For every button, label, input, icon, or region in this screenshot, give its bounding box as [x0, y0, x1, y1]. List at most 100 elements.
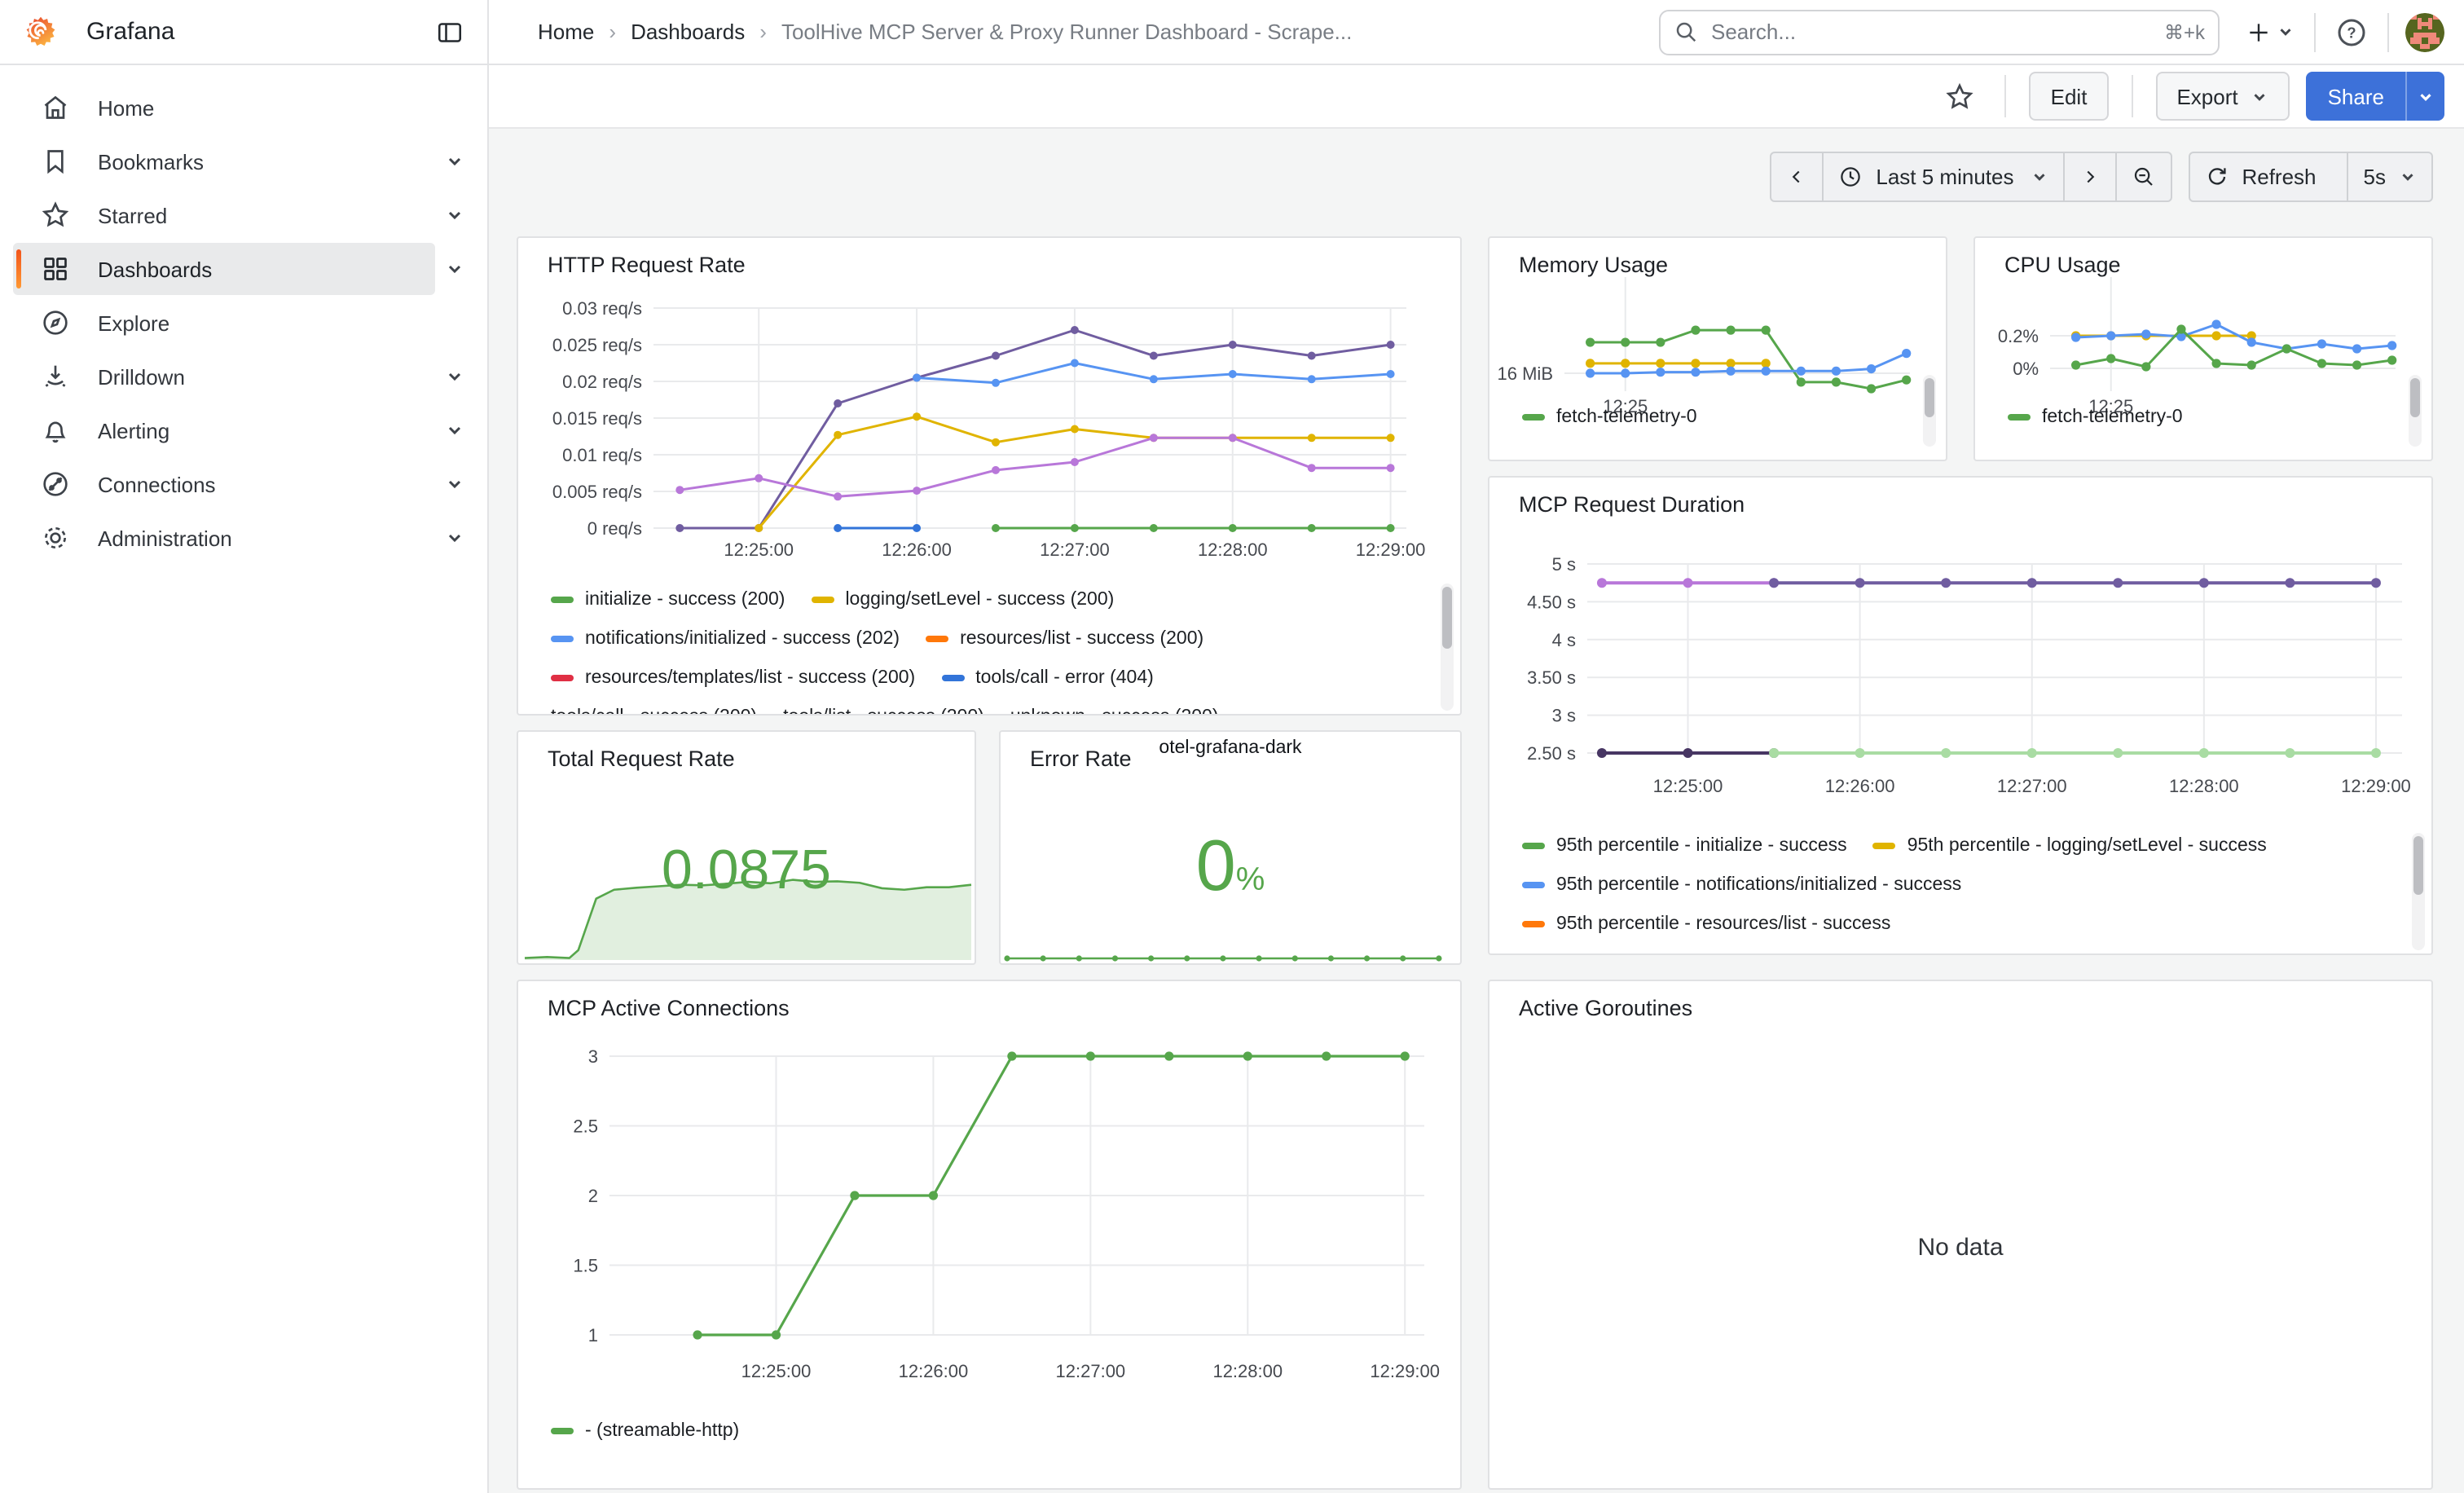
refresh-interval-label: 5s	[2364, 165, 2386, 189]
legend-label: initialize - success (200)	[585, 589, 785, 609]
legend-item[interactable]: 95th percentile - initialize - success	[1522, 835, 1847, 855]
sidebar-item-drilldown[interactable]: Drilldown	[13, 350, 435, 403]
search-icon	[1674, 20, 1698, 44]
legend-item[interactable]: logging/setLevel - success (200)	[811, 589, 1114, 609]
breadcrumb-separator: ›	[759, 20, 767, 44]
sidebar-item-bookmarks[interactable]: Bookmarks	[13, 135, 435, 187]
sidebar-item-label: Home	[98, 95, 154, 120]
chevron-down-icon[interactable]	[435, 249, 474, 288]
sidebar-item-explore[interactable]: Explore	[13, 297, 435, 349]
legend-item[interactable]: unknown - success (200)	[1010, 707, 1219, 716]
legend-item[interactable]: tools/call - error (404)	[941, 667, 1154, 687]
chevron-down-icon[interactable]	[435, 518, 474, 557]
legend-label: 95th percentile - resources/templates/li…	[1522, 953, 1943, 955]
zoom-out-icon	[2131, 165, 2155, 189]
chevron-down-icon[interactable]	[435, 465, 474, 504]
svg-text:4 s: 4 s	[1552, 630, 1576, 650]
refresh-interval-picker[interactable]: 5s	[2347, 152, 2433, 202]
time-shift-forward-button[interactable]	[2062, 152, 2116, 202]
legend-label: 95th percentile - notifications/initiali…	[1556, 874, 1961, 894]
breadcrumb-dashboards[interactable]: Dashboards	[631, 20, 745, 44]
help-icon: ?	[2335, 15, 2368, 48]
refresh-button[interactable]: Refresh	[2188, 152, 2348, 202]
bell-icon	[39, 414, 72, 447]
scrollbar-thumb[interactable]	[1925, 378, 1934, 417]
svg-text:12:28:00: 12:28:00	[2169, 776, 2239, 796]
sidebar-item-starred[interactable]: Starred	[13, 189, 435, 241]
breadcrumb-home[interactable]: Home	[538, 20, 594, 44]
chevron-down-icon[interactable]	[435, 357, 474, 396]
search-input[interactable]	[1708, 18, 2164, 46]
active-accent-bar	[16, 249, 21, 288]
legend-item[interactable]: 95th percentile - logging/setLevel - suc…	[1873, 835, 2267, 855]
legend-item[interactable]: tools/call - success (200)	[551, 707, 757, 716]
panel-title[interactable]: Total Request Rate	[548, 746, 735, 771]
export-label: Export	[2176, 84, 2237, 108]
legend-item[interactable]: fetch-telemetry-0	[1522, 407, 1697, 426]
top-nav-actions: ?	[2242, 11, 2444, 53]
legend-scrollbar	[1923, 375, 1936, 447]
panel-cpu-usage: CPU Usage 0.2%0%12:25 fetch-telemetry-0	[1973, 236, 2433, 461]
export-button[interactable]: Export	[2155, 72, 2290, 121]
error-rate-value: 0%	[1001, 826, 1460, 908]
user-avatar[interactable]	[2405, 12, 2444, 51]
panel-title[interactable]: Memory Usage	[1519, 253, 1668, 277]
scrollbar-thumb[interactable]	[1442, 587, 1452, 649]
svg-text:12:25:00: 12:25:00	[1653, 776, 1723, 796]
favorite-star-button[interactable]	[1937, 73, 1982, 119]
sidebar-item-administration[interactable]: Administration	[13, 512, 435, 564]
duration-legend: 95th percentile - initialize - success 95…	[1522, 833, 2389, 955]
svg-text:12:25:00: 12:25:00	[741, 1361, 812, 1381]
time-shift-back-button[interactable]	[1770, 152, 1824, 202]
legend-item[interactable]: tools/list - success (200)	[783, 707, 984, 716]
legend-item[interactable]: 95th percentile - notifications/initiali…	[1522, 874, 1961, 894]
panel-title[interactable]: MCP Request Duration	[1519, 492, 1745, 517]
chevron-down-icon[interactable]	[435, 142, 474, 181]
svg-text:12:27:00: 12:27:00	[1997, 776, 2067, 796]
sidebar-toggle-icon[interactable]	[429, 11, 471, 53]
time-controls: Last 5 minutes Refresh 5s	[1770, 152, 2433, 202]
sidebar-item-alerting[interactable]: Alerting	[13, 404, 435, 456]
panel-title[interactable]: MCP Active Connections	[548, 996, 790, 1020]
divider	[2387, 12, 2389, 51]
scrollbar-thumb[interactable]	[2413, 836, 2423, 895]
sidebar-item-dashboards[interactable]: Dashboards	[13, 243, 435, 295]
grafana-logo[interactable]	[23, 14, 59, 50]
legend-item[interactable]: notifications/initialized - success (202…	[551, 628, 900, 648]
legend-series-color	[1522, 413, 1545, 420]
edit-button[interactable]: Edit	[2030, 72, 2109, 121]
legend-item[interactable]: resources/templates/list - success (200)	[551, 667, 915, 687]
legend-item[interactable]: 95th percentile - resources/list - succe…	[1522, 914, 1890, 933]
add-button[interactable]	[2242, 11, 2298, 53]
no-data-message: No data	[1489, 1234, 2431, 1262]
chevron-down-icon[interactable]	[435, 196, 474, 235]
error-rate-badge: otel-grafana-dark	[1001, 738, 1460, 758]
help-button[interactable]: ?	[2332, 12, 2371, 51]
dashboard-toolbar: Edit Export Share	[489, 65, 2464, 129]
breadcrumb: Home › Dashboards › ToolHive MCP Server …	[538, 20, 1352, 44]
share-menu-button[interactable]	[2405, 72, 2444, 121]
panel-title[interactable]: CPU Usage	[2004, 253, 2121, 277]
scrollbar-thumb[interactable]	[2410, 378, 2420, 417]
svg-text:0.02 req/s: 0.02 req/s	[562, 372, 642, 392]
search-input-box[interactable]: ⌘+k	[1659, 9, 2220, 55]
top-nav-main: Home › Dashboards › ToolHive MCP Server …	[489, 0, 2464, 64]
legend-item[interactable]: initialize - success (200)	[551, 589, 785, 609]
panel-title[interactable]: Active Goroutines	[1519, 996, 1692, 1020]
panel-title[interactable]: HTTP Request Rate	[548, 253, 746, 277]
time-range-picker[interactable]: Last 5 minutes	[1822, 152, 2064, 202]
chevron-down-icon[interactable]	[435, 411, 474, 450]
legend-item[interactable]: - (streamable-http)	[551, 1420, 739, 1440]
legend-item[interactable]: 95th percentile - resources/templates/li…	[1522, 953, 1943, 955]
svg-text:4.50 s: 4.50 s	[1527, 592, 1576, 612]
sidebar-item-connections[interactable]: Connections	[13, 458, 435, 510]
share-button[interactable]: Share	[2307, 72, 2405, 121]
sidebar-item-home[interactable]: Home	[13, 81, 435, 134]
legend-item[interactable]: resources/list - success (200)	[926, 628, 1203, 648]
svg-text:0.03 req/s: 0.03 req/s	[562, 298, 642, 319]
bookmark-icon	[39, 145, 72, 178]
legend-item[interactable]: fetch-telemetry-0	[2008, 407, 2183, 426]
chevron-right-icon	[2079, 166, 2100, 187]
zoom-out-button[interactable]	[2114, 152, 2171, 202]
breadcrumb-separator: ›	[609, 20, 616, 44]
